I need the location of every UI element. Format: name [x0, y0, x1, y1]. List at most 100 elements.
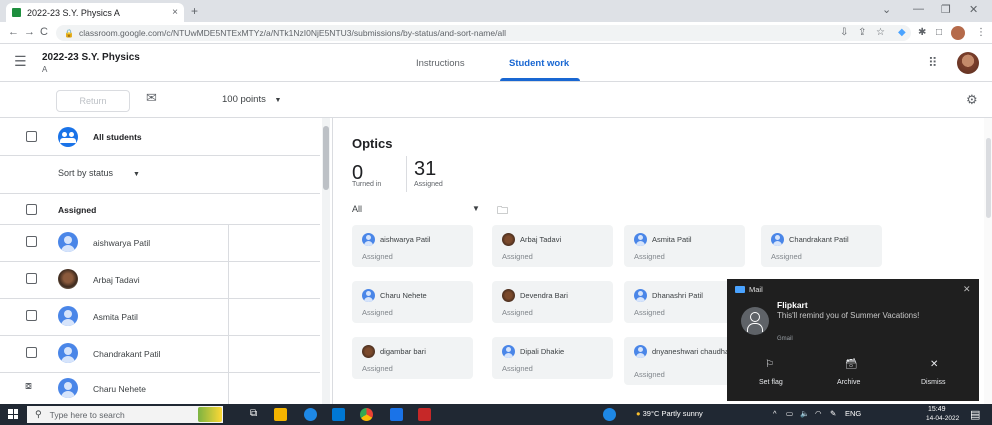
- mail-app-icon: [735, 286, 745, 293]
- select-all-checkbox[interactable]: [26, 131, 37, 142]
- widget-thumbnail[interactable]: [198, 407, 222, 422]
- task-view-icon[interactable]: ⧉: [250, 408, 257, 419]
- bookmark-star-icon[interactable]: ☆: [876, 27, 885, 38]
- extension-diamond-icon[interactable]: ◆: [898, 27, 906, 38]
- app-icon[interactable]: [390, 408, 403, 421]
- avatar: [634, 289, 647, 302]
- student-card[interactable]: Chandrakant Patil Assigned: [761, 225, 882, 267]
- sender-avatar: [741, 307, 769, 335]
- student-name: Arbaj Tadavi: [93, 275, 140, 285]
- language-indicator[interactable]: ENG: [845, 409, 861, 418]
- chevron-down-icon[interactable]: ▼: [472, 204, 480, 213]
- folder-icon[interactable]: 🗀: [497, 202, 508, 221]
- scrollbar-thumb[interactable]: [323, 126, 329, 190]
- student-card[interactable]: Charu Nehete Assigned: [352, 281, 473, 323]
- tray-chevron-icon[interactable]: ^: [773, 409, 777, 418]
- avatar: [58, 343, 78, 363]
- wifi-icon[interactable]: ◠: [815, 409, 822, 418]
- divider: [0, 155, 320, 156]
- student-name: Asmita Patil: [93, 312, 138, 322]
- tab-search-chevron-icon[interactable]: ⌄: [882, 3, 891, 16]
- notification-center-icon[interactable]: ▤: [970, 408, 980, 421]
- clock-time[interactable]: 15:49: [928, 406, 946, 413]
- more-menu-icon[interactable]: ⋮: [976, 27, 986, 38]
- status-text: Assigned: [502, 364, 533, 373]
- search-icon: ⚲: [35, 409, 42, 419]
- student-checkbox[interactable]: [26, 236, 37, 247]
- sort-dropdown[interactable]: Sort by status ▼: [58, 168, 140, 178]
- help-icon[interactable]: [603, 408, 616, 421]
- app-icon[interactable]: [418, 408, 431, 421]
- student-card[interactable]: Devendra Bari Assigned: [492, 281, 613, 323]
- dismiss-icon[interactable]: ✕: [930, 359, 938, 370]
- close-tab-icon[interactable]: ×: [172, 7, 178, 18]
- student-card[interactable]: Dipali Dhakie Assigned: [492, 337, 613, 379]
- mobile-view-icon[interactable]: ⧇: [25, 380, 32, 393]
- edge-icon[interactable]: [304, 408, 317, 421]
- reload-button[interactable]: C: [40, 26, 48, 38]
- battery-icon[interactable]: ▭: [786, 409, 793, 418]
- sidepanel-icon[interactable]: □: [936, 27, 942, 38]
- settings-gear-icon[interactable]: ⚙: [966, 92, 978, 108]
- class-title[interactable]: 2022-23 S.Y. Physics: [42, 52, 140, 63]
- weather-widget[interactable]: ● 39°C Partly sunny: [636, 409, 703, 418]
- student-card[interactable]: digambar bari Assigned: [352, 337, 473, 379]
- pen-icon[interactable]: ✎: [830, 409, 836, 418]
- student-card[interactable]: Asmita Patil Assigned: [624, 225, 745, 267]
- student-name: Arbaj Tadavi: [520, 235, 562, 244]
- group-checkbox[interactable]: [26, 204, 37, 215]
- volume-icon[interactable]: 🔈: [800, 409, 809, 418]
- close-icon[interactable]: ✕: [963, 284, 971, 295]
- clock-date[interactable]: 14-04-2022: [926, 415, 959, 422]
- user-avatar[interactable]: [957, 52, 979, 74]
- student-name: Chandrakant Patil: [789, 235, 849, 244]
- set-flag-button[interactable]: Set flag: [759, 379, 783, 386]
- group-label: Assigned: [58, 205, 97, 215]
- avatar: [362, 345, 375, 358]
- points-dropdown[interactable]: 100 points ▼: [222, 94, 281, 105]
- archive-button[interactable]: Archive: [837, 379, 860, 386]
- profile-avatar[interactable]: [951, 26, 965, 40]
- archive-icon[interactable]: 🗃: [845, 359, 858, 370]
- all-students-icon: [58, 127, 78, 147]
- weather-sun-icon: ●: [636, 409, 641, 418]
- close-window-button[interactable]: ✕: [969, 3, 978, 16]
- tab-student-work[interactable]: Student work: [509, 58, 569, 69]
- new-tab-button[interactable]: +: [191, 4, 198, 18]
- filter-dropdown[interactable]: All: [352, 204, 362, 214]
- taskbar-search-input[interactable]: ⚲ Type here to search: [27, 406, 223, 423]
- classroom-header: ☰ 2022-23 S.Y. Physics A Instructions St…: [0, 44, 992, 82]
- flag-icon[interactable]: ⚐: [765, 359, 774, 370]
- student-name: aishwarya Patil: [93, 238, 151, 248]
- points-value: 100 points: [222, 94, 266, 105]
- student-checkbox[interactable]: [26, 347, 37, 358]
- hamburger-menu-icon[interactable]: ☰: [14, 53, 27, 70]
- email-icon[interactable]: ✉: [146, 90, 157, 106]
- browser-tab[interactable]: 2022-23 S.Y. Physics A ×: [6, 3, 184, 22]
- apps-grid-icon[interactable]: ⠿: [928, 55, 938, 71]
- dismiss-button[interactable]: Dismiss: [921, 379, 946, 386]
- install-icon[interactable]: ⇩: [840, 27, 848, 38]
- extensions-puzzle-icon[interactable]: ✱: [918, 27, 926, 38]
- return-button[interactable]: Return: [56, 90, 130, 112]
- back-button[interactable]: ←: [8, 26, 19, 38]
- address-toolbar: ← → C 🔒 classroom.google.com/c/NTUwMDE5N…: [0, 22, 992, 44]
- url-bar[interactable]: 🔒 classroom.google.com/c/NTUwMDE5NTExMTY…: [56, 25, 911, 41]
- avatar: [502, 233, 515, 246]
- share-icon[interactable]: ⇪: [858, 27, 866, 38]
- mail-notification-toast[interactable]: Mail ✕ Flipkart This'll remind you of Su…: [727, 279, 979, 401]
- scrollbar-thumb[interactable]: [986, 138, 991, 218]
- store-icon[interactable]: [332, 408, 345, 421]
- file-explorer-icon[interactable]: [274, 408, 287, 421]
- minimize-button[interactable]: —: [913, 3, 924, 15]
- tab-instructions[interactable]: Instructions: [416, 58, 465, 69]
- student-checkbox[interactable]: [26, 273, 37, 284]
- windows-start-icon[interactable]: [8, 409, 18, 419]
- chrome-icon[interactable]: [360, 408, 373, 421]
- all-students-label[interactable]: All students: [93, 132, 142, 142]
- maximize-button[interactable]: ❐: [941, 3, 951, 16]
- student-card[interactable]: aishwarya Patil Assigned: [352, 225, 473, 267]
- forward-button[interactable]: →: [24, 26, 35, 38]
- student-checkbox[interactable]: [26, 310, 37, 321]
- student-card[interactable]: Arbaj Tadavi Assigned: [492, 225, 613, 267]
